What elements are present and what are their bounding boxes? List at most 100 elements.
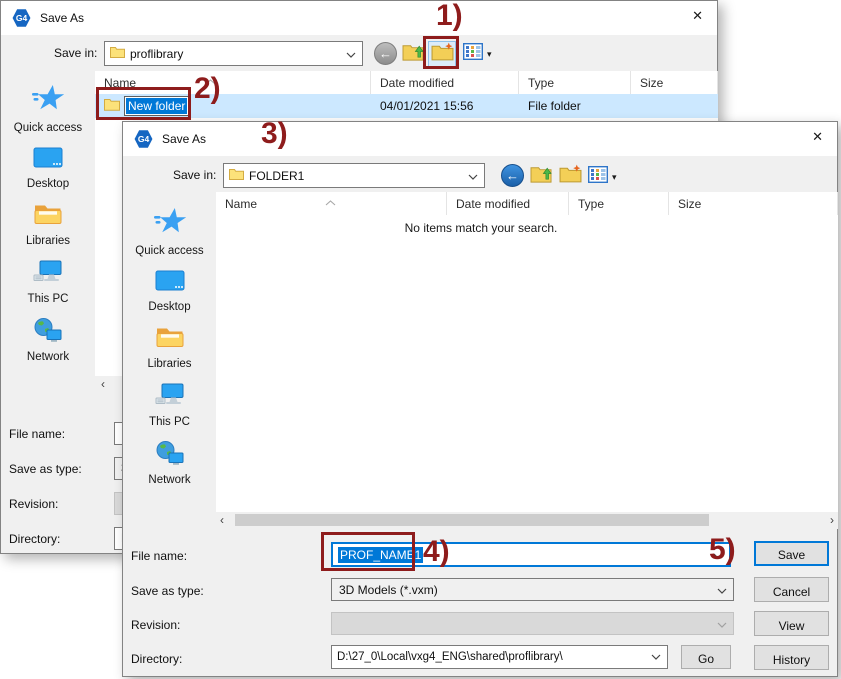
back-arrow-icon: ← bbox=[506, 169, 519, 182]
views-dropdown-arrow-icon[interactable]: ▾ bbox=[487, 49, 492, 60]
cancel-button[interactable]: Cancel bbox=[754, 577, 829, 602]
chevron-down-icon bbox=[651, 651, 661, 663]
chevron-down-icon bbox=[346, 47, 356, 61]
quick-access-star-icon bbox=[32, 84, 64, 119]
views-grid-icon bbox=[588, 166, 608, 188]
revision-label: Revision: bbox=[9, 497, 58, 511]
annotation-step-1: 1) bbox=[436, 1, 463, 31]
save-in-label: Save in: bbox=[173, 168, 216, 182]
directory-label: Directory: bbox=[131, 652, 182, 666]
new-folder-button[interactable] bbox=[557, 164, 583, 188]
views-menu-button[interactable] bbox=[462, 43, 484, 65]
scroll-left-icon[interactable]: ‹ bbox=[220, 512, 224, 528]
file-list: Name Date modified Type Size No items ma… bbox=[216, 192, 838, 529]
list-header-row: Name Date modified Type Size bbox=[216, 192, 838, 215]
chevron-down-icon bbox=[468, 169, 478, 183]
sidebar-item-libraries[interactable]: Libraries bbox=[123, 325, 216, 370]
save-button[interactable]: Save bbox=[754, 541, 829, 566]
sidebar-item-this-pc[interactable]: This PC bbox=[123, 382, 216, 428]
sidebar-item-label: Desktop bbox=[148, 301, 190, 313]
close-icon[interactable]: ✕ bbox=[692, 9, 703, 22]
file-name-label: File name: bbox=[9, 427, 65, 441]
column-header-date-modified[interactable]: Date modified bbox=[447, 192, 569, 215]
new-folder-icon bbox=[559, 164, 582, 188]
scrollbar-thumb[interactable] bbox=[235, 514, 709, 526]
folder-icon bbox=[229, 168, 244, 183]
directory-value: D:\27_0\Local\vxg4_ENG\shared\proflibrar… bbox=[337, 651, 563, 663]
folder-up-icon bbox=[530, 163, 553, 189]
sidebar-item-this-pc[interactable]: This PC bbox=[1, 259, 95, 305]
sidebar-item-libraries[interactable]: Libraries bbox=[1, 202, 95, 247]
views-menu-button[interactable] bbox=[587, 166, 609, 188]
empty-list-message: No items match your search. bbox=[331, 221, 631, 235]
scroll-right-icon[interactable]: › bbox=[830, 512, 834, 528]
back-button[interactable]: ← bbox=[374, 42, 397, 65]
close-icon[interactable]: ✕ bbox=[812, 130, 823, 143]
chevron-down-icon bbox=[717, 583, 727, 597]
network-icon bbox=[155, 440, 185, 471]
save-in-value: FOLDER1 bbox=[249, 169, 304, 183]
titlebar[interactable]: G4 Save As ✕ bbox=[1, 1, 717, 35]
save-as-type-combobox[interactable]: 3D Models (*.vxm) bbox=[331, 578, 734, 601]
save-as-dialog-foreground: G4 Save As ✕ Save in: FOLDER1 ← ▾ Qui bbox=[122, 121, 838, 677]
column-header-type[interactable]: Type bbox=[519, 71, 631, 94]
revision-label: Revision: bbox=[131, 618, 180, 632]
folder-up-icon bbox=[402, 41, 425, 67]
directory-label: Directory: bbox=[9, 532, 60, 546]
sort-ascending-icon bbox=[325, 193, 336, 211]
app-icon-g4: G4 bbox=[12, 9, 31, 28]
quick-access-star-icon bbox=[154, 207, 186, 242]
highlight-box-new-folder-name bbox=[96, 87, 191, 120]
back-arrow-icon: ← bbox=[379, 47, 392, 60]
sidebar-item-label: Libraries bbox=[26, 235, 70, 247]
titlebar[interactable]: G4 Save As ✕ bbox=[123, 122, 837, 156]
column-header-type[interactable]: Type bbox=[569, 192, 669, 215]
view-button[interactable]: View bbox=[754, 611, 829, 636]
save-in-combobox[interactable]: proflibrary bbox=[104, 41, 363, 66]
window-title: Save As bbox=[162, 132, 206, 146]
sidebar-item-desktop[interactable]: Desktop bbox=[1, 146, 95, 190]
sidebar-item-label: Desktop bbox=[27, 178, 69, 190]
sidebar-item-network[interactable]: Network bbox=[123, 440, 216, 486]
sidebar-item-quick-access[interactable]: Quick access bbox=[123, 207, 216, 257]
places-sidebar: Quick access Desktop Libraries This PC N… bbox=[123, 194, 216, 524]
scroll-left-icon[interactable]: ‹ bbox=[101, 376, 105, 392]
go-button[interactable]: Go bbox=[681, 645, 731, 669]
desktop-icon bbox=[155, 269, 185, 298]
back-button[interactable]: ← bbox=[501, 164, 524, 187]
save-in-combobox[interactable]: FOLDER1 bbox=[223, 163, 485, 188]
annotation-step-3: 3) bbox=[261, 119, 288, 149]
horizontal-scrollbar[interactable]: ‹ › bbox=[216, 512, 838, 529]
annotation-step-2: 2) bbox=[194, 74, 221, 104]
window-title: Save As bbox=[40, 11, 84, 25]
places-sidebar: Quick access Desktop Libraries This PC N… bbox=[1, 71, 95, 393]
column-header-date-modified[interactable]: Date modified bbox=[371, 71, 519, 94]
save-as-type-label: Save as type: bbox=[9, 462, 82, 476]
sidebar-item-label: Libraries bbox=[147, 358, 191, 370]
screenshot-root: G4 Save As ✕ Save in: proflibrary ← ▾ bbox=[0, 0, 841, 679]
sidebar-item-label: This PC bbox=[28, 293, 69, 305]
sidebar-item-label: Network bbox=[148, 474, 190, 486]
sidebar-item-network[interactable]: Network bbox=[1, 317, 95, 363]
revision-combobox bbox=[331, 612, 734, 635]
date-modified-cell: 04/01/2021 15:56 bbox=[371, 99, 519, 113]
app-icon-g4: G4 bbox=[134, 130, 153, 149]
highlight-box-file-name bbox=[321, 532, 415, 571]
history-button[interactable]: History bbox=[754, 645, 829, 670]
sidebar-item-label: Quick access bbox=[14, 122, 82, 134]
this-pc-icon bbox=[33, 259, 63, 290]
chevron-down-icon bbox=[717, 617, 727, 631]
sidebar-item-quick-access[interactable]: Quick access bbox=[1, 84, 95, 134]
up-one-level-button[interactable] bbox=[529, 164, 554, 188]
annotation-step-4: 4) bbox=[423, 537, 450, 567]
folder-icon bbox=[110, 46, 125, 61]
network-icon bbox=[33, 317, 63, 348]
sidebar-item-desktop[interactable]: Desktop bbox=[123, 269, 216, 313]
column-header-size[interactable]: Size bbox=[631, 71, 718, 94]
sidebar-item-label: This PC bbox=[149, 416, 190, 428]
column-header-size[interactable]: Size bbox=[669, 192, 838, 215]
sidebar-item-label: Network bbox=[27, 351, 69, 363]
directory-input[interactable]: D:\27_0\Local\vxg4_ENG\shared\proflibrar… bbox=[331, 645, 668, 669]
annotation-step-5: 5) bbox=[709, 535, 736, 565]
views-dropdown-arrow-icon[interactable]: ▾ bbox=[612, 172, 617, 183]
